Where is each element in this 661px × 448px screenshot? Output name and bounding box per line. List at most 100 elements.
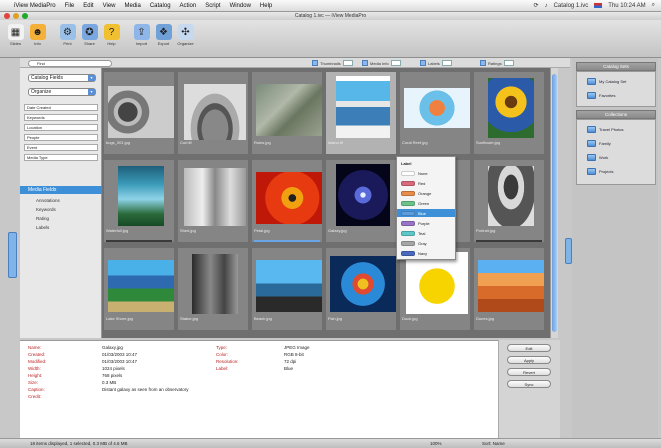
collection-item[interactable]: Work <box>587 154 608 161</box>
menu-edit[interactable]: Edit <box>83 3 93 9</box>
edit-button[interactable]: Edit <box>507 344 551 352</box>
scroll-thumb[interactable] <box>552 74 557 332</box>
info-value[interactable]: 768 pixels <box>102 373 122 378</box>
collection-item[interactable]: Family <box>587 140 611 147</box>
thumbnail-cell[interactable]: Curl.tif <box>176 70 250 156</box>
thumbnail-cell[interactable]: Galaxy.jpg <box>324 158 398 244</box>
sync-icon[interactable]: ⟳ <box>534 2 539 9</box>
label-option[interactable]: Purple <box>397 219 455 227</box>
label-option[interactable]: Navy <box>397 249 455 257</box>
info-value[interactable]: 01/03/2003 10:47 <box>102 352 137 357</box>
thumbnail-image[interactable] <box>192 254 238 314</box>
selected-field[interactable]: Media Fields <box>20 186 102 194</box>
info-value[interactable]: Blue <box>284 366 293 371</box>
thumbnail-image[interactable] <box>108 86 174 138</box>
thumbnail-cell[interactable]: Beach.jpg <box>250 246 324 332</box>
filter-checkbox[interactable] <box>362 60 368 66</box>
info-value[interactable]: Galaxy.jpg <box>102 345 123 350</box>
filter-popup[interactable] <box>503 60 514 66</box>
menu-file[interactable]: File <box>65 3 75 9</box>
thumbnail-cell[interactable]: Sunflower.jpg <box>472 70 546 156</box>
revert-button[interactable]: Revert <box>507 368 551 376</box>
filter-checkbox[interactable] <box>312 60 318 66</box>
menu-action[interactable]: Action <box>180 3 197 9</box>
thumbnail-cell[interactable]: bugs_001.jpg <box>102 70 176 156</box>
thumbnail-cell[interactable]: Coral Reef.jpg <box>398 70 472 156</box>
help-button[interactable]: ? Help <box>102 24 121 46</box>
thumbnail-cell[interactable]: Ruins.jpg <box>250 70 324 156</box>
label-option[interactable]: Gray <box>397 239 455 247</box>
collection-item[interactable]: Projects <box>587 168 613 175</box>
field-row[interactable]: Keywords <box>24 114 98 121</box>
search-input[interactable]: Find <box>28 60 112 67</box>
catalog-set-item[interactable]: Favorites <box>587 92 615 99</box>
thumbnail-image[interactable] <box>336 164 390 226</box>
field-item[interactable]: Rating <box>36 216 49 221</box>
field-item[interactable]: Keywords <box>36 207 56 212</box>
thumbnail-image[interactable] <box>488 78 534 138</box>
spotlight-icon[interactable]: ⌕ <box>652 2 655 9</box>
filter-thumbnails[interactable]: Thumbnails <box>312 59 353 67</box>
thumbnail-image[interactable] <box>184 84 246 140</box>
filter-checkbox[interactable] <box>480 60 486 66</box>
field-item[interactable]: Labels <box>36 225 49 230</box>
filter-ratings[interactable]: Ratings <box>480 59 514 67</box>
organize-select[interactable]: Organize ▾ <box>28 88 96 96</box>
filter-labels[interactable]: Labels <box>420 59 452 67</box>
menu-help[interactable]: Help <box>260 3 272 9</box>
thumbnail-cell[interactable]: Portrait.jpg <box>472 158 546 244</box>
thumbnail-image[interactable] <box>118 166 164 226</box>
panel-toggle-tab-left[interactable] <box>8 232 17 278</box>
filter-checkbox[interactable] <box>420 60 426 66</box>
thumbnail-image[interactable] <box>488 166 534 226</box>
label-option[interactable]: Blue <box>397 209 455 217</box>
label-option[interactable]: Green <box>397 199 455 207</box>
volume-icon[interactable]: ♪ <box>545 3 548 9</box>
label-option[interactable]: None <box>397 169 455 177</box>
thumbnail-cell[interactable]: Petal.jpg <box>250 158 324 244</box>
filter-popup[interactable] <box>441 60 452 66</box>
thumbnail-image[interactable] <box>256 172 322 224</box>
input-flag-icon[interactable] <box>594 3 603 8</box>
panel-toggle-tab-right[interactable] <box>565 238 572 264</box>
info-value[interactable]: RGB 8-bit <box>284 352 304 357</box>
thumbnail-cell[interactable]: Lake Shore.jpg <box>102 246 176 332</box>
zoom-window-icon[interactable] <box>22 13 28 19</box>
field-row[interactable]: Event <box>24 144 98 151</box>
label-option[interactable]: Red <box>397 179 455 187</box>
catalog-set-item[interactable]: My Catalog Set <box>587 78 626 85</box>
slides-button[interactable]: ▦ Slides <box>6 24 25 46</box>
filter-media-info[interactable]: Media Info <box>362 59 401 67</box>
print-button[interactable]: ⚙ Print <box>58 24 77 46</box>
collection-item[interactable]: Travel Photos <box>587 126 624 133</box>
info-value[interactable]: 01/03/2003 10:47 <box>102 359 137 364</box>
filter-popup[interactable] <box>390 60 401 66</box>
thumbnail-cell[interactable]: Waterfall.jpg <box>102 158 176 244</box>
menu-media[interactable]: Media <box>125 3 141 9</box>
menu-script[interactable]: Script <box>205 3 220 9</box>
apply-button[interactable]: Apply <box>507 356 551 364</box>
thumbnail-image[interactable] <box>336 76 390 138</box>
thumbnail-image[interactable] <box>108 260 174 312</box>
grid-scrollbar[interactable] <box>550 68 558 338</box>
collections-header[interactable]: Collections <box>576 110 656 119</box>
field-row[interactable]: Location <box>24 124 98 131</box>
info-value[interactable]: 72 dpi <box>284 359 296 364</box>
thumbnail-cell[interactable]: Fish.jpg <box>324 246 398 332</box>
menu-window[interactable]: Window <box>230 3 251 9</box>
thumbnail-image[interactable] <box>256 260 322 312</box>
close-window-icon[interactable] <box>4 13 10 19</box>
label-option[interactable]: Orange <box>397 189 455 197</box>
menu-view[interactable]: View <box>103 3 116 9</box>
menu-iview-mediapro[interactable]: iView MediaPro <box>14 3 56 9</box>
thumbnail-cell[interactable]: Shed.jpg <box>176 158 250 244</box>
field-row[interactable]: Date Created <box>24 104 98 111</box>
info-value[interactable]: Distant galaxy as seen from an observato… <box>102 387 189 392</box>
thumbnail-image[interactable] <box>406 252 468 314</box>
minimize-window-icon[interactable] <box>13 13 19 19</box>
thumbnail-image[interactable] <box>330 256 396 312</box>
info-value[interactable]: 1024 pixels <box>102 366 125 371</box>
menu-catalog[interactable]: Catalog <box>150 3 171 9</box>
export-button[interactable]: ❖ Export <box>154 24 173 46</box>
info-button[interactable]: ☻ Info <box>28 24 47 46</box>
